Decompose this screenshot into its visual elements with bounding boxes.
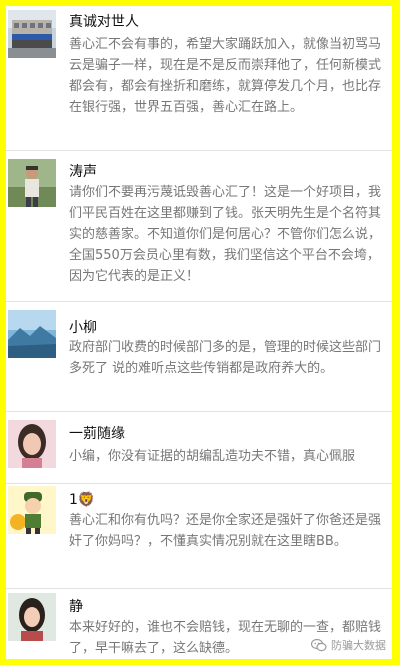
comment-item: 小柳 政府部门收费的时候部门多的是，管理的时候这些部门多死了 说的难听点这些传销…: [6, 302, 392, 412]
commenter-name[interactable]: 真诚对世人: [69, 12, 139, 32]
woman-portrait-avatar[interactable]: [8, 420, 56, 468]
building-photo-avatar[interactable]: [8, 10, 56, 58]
landscape-avatar[interactable]: [8, 310, 56, 358]
commenter-name[interactable]: 1🦁: [69, 490, 95, 510]
man-outdoors-avatar[interactable]: [8, 159, 56, 207]
commenter-name[interactable]: 涛声: [69, 162, 97, 182]
comment-text: 政府部门收费的时候部门多的是，管理的时候这些部门多死了 说的难听点这些传销都是政…: [69, 340, 382, 376]
commenter-name[interactable]: 小柳: [69, 318, 97, 338]
cartoon-soldier-avatar[interactable]: [8, 486, 56, 534]
watermark-text: 防骗大数据: [331, 639, 386, 652]
girl-portrait-avatar[interactable]: [8, 593, 56, 641]
comment-item: 涛声 请你们不要再污蔑诋毁善心汇了！这是一个好项目，我们平民百姓在这里都赚到了钱…: [6, 151, 392, 302]
comment-item: 真诚对世人 善心汇不会有事的，希望大家踊跃加入，就像当初骂马云是骗子一样，现在是…: [6, 6, 392, 151]
comment-text: 善心汇不会有事的，希望大家踊跃加入，就像当初骂马云是骗子一样，现在是不是反而崇拜…: [69, 37, 382, 115]
wechat-icon: [311, 638, 327, 652]
commenter-name[interactable]: 静: [69, 597, 83, 617]
commenter-name[interactable]: 一莂随缘: [69, 424, 125, 444]
comment-list: 真诚对世人 善心汇不会有事的，希望大家踊跃加入，就像当初骂马云是骗子一样，现在是…: [6, 6, 392, 659]
comment-text: 请你们不要再污蔑诋毁善心汇了！这是一个好项目，我们平民百姓在这里都赚到了钱。张天…: [69, 185, 382, 284]
comment-item: 一莂随缘 小编，你没有证据的胡编乱造功夫不错，真心佩服: [6, 412, 392, 484]
comment-text: 善心汇和你有仇吗？还是你全家还是强奸了你爸还是强奸了你妈吗？，不懂真实情况别就在…: [69, 513, 382, 549]
comment-text: 小编，你没有证据的胡编乱造功夫不错，真心佩服: [69, 449, 356, 464]
comment-item: 1🦁 善心汇和你有仇吗？还是你全家还是强奸了你爸还是强奸了你妈吗？，不懂真实情况…: [6, 484, 392, 589]
watermark: 防骗大数据: [311, 637, 386, 653]
